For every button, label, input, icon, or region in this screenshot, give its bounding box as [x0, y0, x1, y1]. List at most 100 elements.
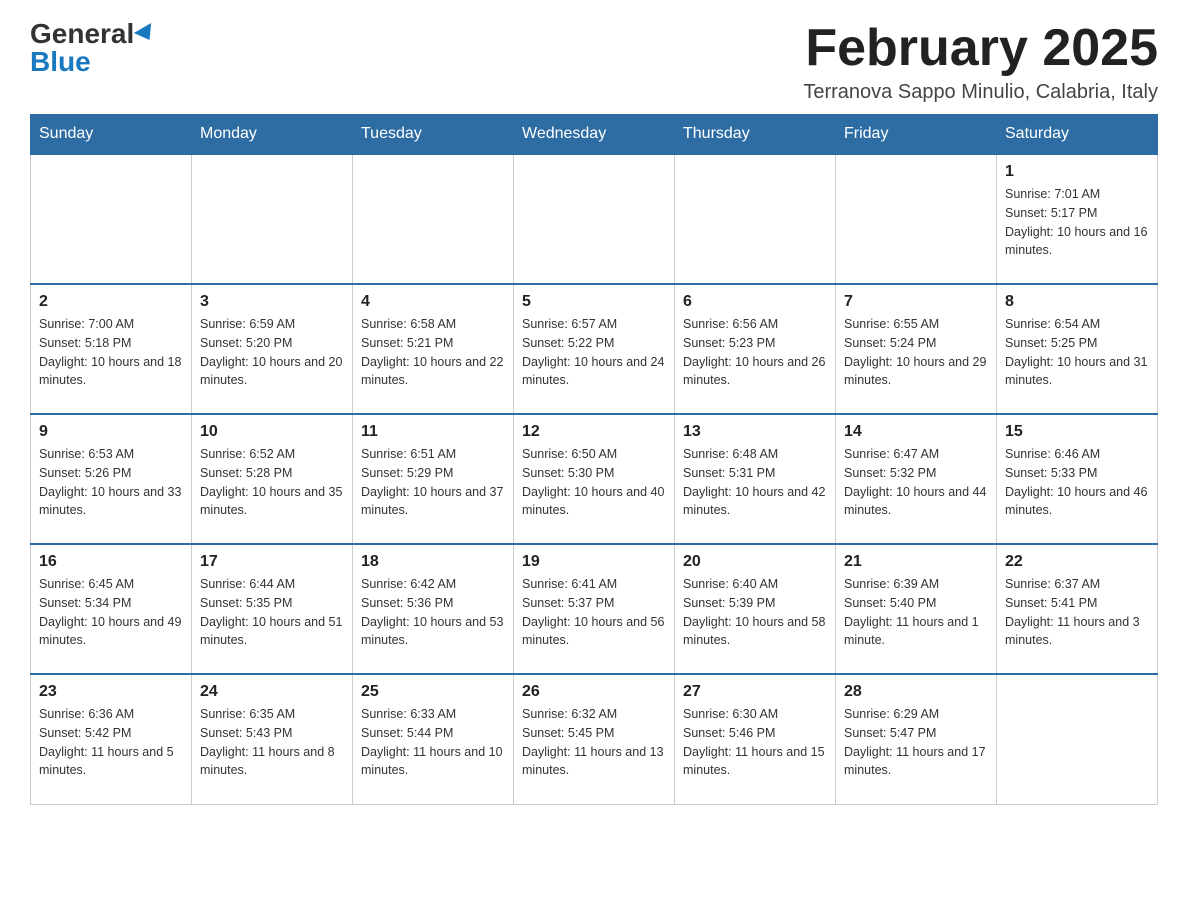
day-number: 6 [683, 293, 827, 311]
weekday-header-wednesday: Wednesday [514, 115, 675, 155]
month-title: February 2025 [803, 20, 1158, 77]
calendar-cell: 17Sunrise: 6:44 AM Sunset: 5:35 PM Dayli… [192, 544, 353, 674]
week-row-4: 16 Sunrise: 6:45 AM Sunset: 5:34 PM Dayli… [31, 544, 1158, 674]
day-info: Sunrise: 6:54 AM Sunset: 5:25 PM Dayligh… [1005, 315, 1149, 390]
day-number: 20 [683, 553, 827, 571]
day-number: 14 [844, 423, 988, 441]
calendar-cell: 10 Sunrise: 6:52 AM Sunset: 5:28 PM Dayli… [192, 414, 353, 544]
day-number: 10 [200, 423, 344, 441]
calendar-cell: 23 Sunrise: 6:36 AM Sunset: 5:42 PM Dayli… [31, 674, 192, 804]
calendar-cell: 4 Sunrise: 6:58 AM Sunset: 5:21 PM Daylig… [353, 284, 514, 414]
day-number: 15 [1005, 423, 1149, 441]
day-number: 28 [844, 683, 988, 701]
calendar-cell: 12 Sunrise: 6:50 AM Sunset: 5:30 PM Dayli… [514, 414, 675, 544]
header: General Blue February 2025 Terranova Sap… [30, 20, 1158, 104]
day-info: Sunrise: 6:55 AM Sunset: 5:24 PM Dayligh… [844, 315, 988, 390]
calendar-cell: 27 Sunrise: 6:30 AM Sunset: 5:46 PM Dayli… [675, 674, 836, 804]
day-number: 23 [39, 683, 183, 701]
day-info: Sunrise: 6:33 AM Sunset: 5:44 PM Dayligh… [361, 705, 505, 780]
weekday-header-thursday: Thursday [675, 115, 836, 155]
day-number: 7 [844, 293, 988, 311]
day-number: 1 [1005, 163, 1149, 181]
calendar-cell: 9 Sunrise: 6:53 AM Sunset: 5:26 PM Daylig… [31, 414, 192, 544]
weekday-header-monday: Monday [192, 115, 353, 155]
day-info: Sunrise: 7:00 AM Sunset: 5:18 PM Dayligh… [39, 315, 183, 390]
week-row-5: 23 Sunrise: 6:36 AM Sunset: 5:42 PM Dayli… [31, 674, 1158, 804]
day-info: Sunrise: 6:35 AM Sunset: 5:43 PM Dayligh… [200, 705, 344, 780]
day-info: Sunrise: 6:39 AM Sunset: 5:40 PM Dayligh… [844, 575, 988, 650]
week-row-2: 2 Sunrise: 7:00 AM Sunset: 5:18 PM Daylig… [31, 284, 1158, 414]
weekday-header-saturday: Saturday [997, 115, 1158, 155]
day-info: Sunrise: 6:40 AM Sunset: 5:39 PM Dayligh… [683, 575, 827, 650]
day-info: Sunrise: 6:36 AM Sunset: 5:42 PM Dayligh… [39, 705, 183, 780]
day-number: 27 [683, 683, 827, 701]
day-number: 8 [1005, 293, 1149, 311]
day-info: Sunrise: 6:29 AM Sunset: 5:47 PM Dayligh… [844, 705, 988, 780]
calendar-cell [353, 154, 514, 284]
calendar-cell: 16 Sunrise: 6:45 AM Sunset: 5:34 PM Dayli… [31, 544, 192, 674]
day-info: Sunrise: 6:41 AM Sunset: 5:37 PM Dayligh… [522, 575, 666, 650]
logo-blue-text: Blue [30, 48, 91, 76]
day-info: Sunrise: 6:30 AM Sunset: 5:46 PM Dayligh… [683, 705, 827, 780]
day-info: Sunrise: 6:53 AM Sunset: 5:26 PM Dayligh… [39, 445, 183, 520]
day-info: Sunrise: 6:50 AM Sunset: 5:30 PM Dayligh… [522, 445, 666, 520]
calendar-cell: 14Sunrise: 6:47 AM Sunset: 5:32 PM Dayli… [836, 414, 997, 544]
day-number: 2 [39, 293, 183, 311]
calendar-cell [675, 154, 836, 284]
calendar-table: SundayMondayTuesdayWednesdayThursdayFrid… [30, 114, 1158, 805]
day-info: Sunrise: 6:37 AM Sunset: 5:41 PM Dayligh… [1005, 575, 1149, 650]
day-info: Sunrise: 6:52 AM Sunset: 5:28 PM Dayligh… [200, 445, 344, 520]
location-title: Terranova Sappo Minulio, Calabria, Italy [803, 81, 1158, 104]
logo-general-text: General [30, 20, 134, 48]
calendar-cell: 5 Sunrise: 6:57 AM Sunset: 5:22 PM Daylig… [514, 284, 675, 414]
calendar-cell [836, 154, 997, 284]
calendar-cell [514, 154, 675, 284]
calendar-cell: 6 Sunrise: 6:56 AM Sunset: 5:23 PM Daylig… [675, 284, 836, 414]
calendar-cell: 20 Sunrise: 6:40 AM Sunset: 5:39 PM Dayli… [675, 544, 836, 674]
calendar-cell: 1 Sunrise: 7:01 AM Sunset: 5:17 PM Daylig… [997, 154, 1158, 284]
day-number: 4 [361, 293, 505, 311]
calendar-cell: 21Sunrise: 6:39 AM Sunset: 5:40 PM Dayli… [836, 544, 997, 674]
day-number: 16 [39, 553, 183, 571]
day-number: 3 [200, 293, 344, 311]
calendar-cell [31, 154, 192, 284]
day-info: Sunrise: 6:46 AM Sunset: 5:33 PM Dayligh… [1005, 445, 1149, 520]
day-info: Sunrise: 6:42 AM Sunset: 5:36 PM Dayligh… [361, 575, 505, 650]
calendar-cell: 24 Sunrise: 6:35 AM Sunset: 5:43 PM Dayli… [192, 674, 353, 804]
week-row-1: 1 Sunrise: 7:01 AM Sunset: 5:17 PM Daylig… [31, 154, 1158, 284]
logo: General Blue [30, 20, 156, 76]
calendar-cell: 22 Sunrise: 6:37 AM Sunset: 5:41 PM Dayli… [997, 544, 1158, 674]
day-info: Sunrise: 6:32 AM Sunset: 5:45 PM Dayligh… [522, 705, 666, 780]
day-number: 5 [522, 293, 666, 311]
day-info: Sunrise: 6:51 AM Sunset: 5:29 PM Dayligh… [361, 445, 505, 520]
day-number: 22 [1005, 553, 1149, 571]
title-section: February 2025 Terranova Sappo Minulio, C… [803, 20, 1158, 104]
calendar-cell [997, 674, 1158, 804]
day-number: 24 [200, 683, 344, 701]
day-info: Sunrise: 6:59 AM Sunset: 5:20 PM Dayligh… [200, 315, 344, 390]
calendar-cell: 25 Sunrise: 6:33 AM Sunset: 5:44 PM Dayli… [353, 674, 514, 804]
calendar-cell: 19 Sunrise: 6:41 AM Sunset: 5:37 PM Dayli… [514, 544, 675, 674]
day-number: 17 [200, 553, 344, 571]
day-info: Sunrise: 6:57 AM Sunset: 5:22 PM Dayligh… [522, 315, 666, 390]
calendar-cell: 28 Sunrise: 6:29 AM Sunset: 5:47 PM Dayli… [836, 674, 997, 804]
day-info: Sunrise: 6:58 AM Sunset: 5:21 PM Dayligh… [361, 315, 505, 390]
day-number: 19 [522, 553, 666, 571]
day-number: 25 [361, 683, 505, 701]
calendar-cell: 7 Sunrise: 6:55 AM Sunset: 5:24 PM Daylig… [836, 284, 997, 414]
day-info: Sunrise: 6:56 AM Sunset: 5:23 PM Dayligh… [683, 315, 827, 390]
calendar-cell: 3 Sunrise: 6:59 AM Sunset: 5:20 PM Daylig… [192, 284, 353, 414]
day-info: Sunrise: 7:01 AM Sunset: 5:17 PM Dayligh… [1005, 185, 1149, 260]
calendar-cell: 11Sunrise: 6:51 AM Sunset: 5:29 PM Dayli… [353, 414, 514, 544]
day-number: 13 [683, 423, 827, 441]
day-number: 9 [39, 423, 183, 441]
day-number: 18 [361, 553, 505, 571]
day-info: Sunrise: 6:45 AM Sunset: 5:34 PM Dayligh… [39, 575, 183, 650]
day-number: 26 [522, 683, 666, 701]
calendar-cell: 13Sunrise: 6:48 AM Sunset: 5:31 PM Dayli… [675, 414, 836, 544]
day-number: 12 [522, 423, 666, 441]
weekday-header-friday: Friday [836, 115, 997, 155]
weekday-header-tuesday: Tuesday [353, 115, 514, 155]
calendar-cell: 8 Sunrise: 6:54 AM Sunset: 5:25 PM Daylig… [997, 284, 1158, 414]
calendar-cell: 15 Sunrise: 6:46 AM Sunset: 5:33 PM Dayli… [997, 414, 1158, 544]
